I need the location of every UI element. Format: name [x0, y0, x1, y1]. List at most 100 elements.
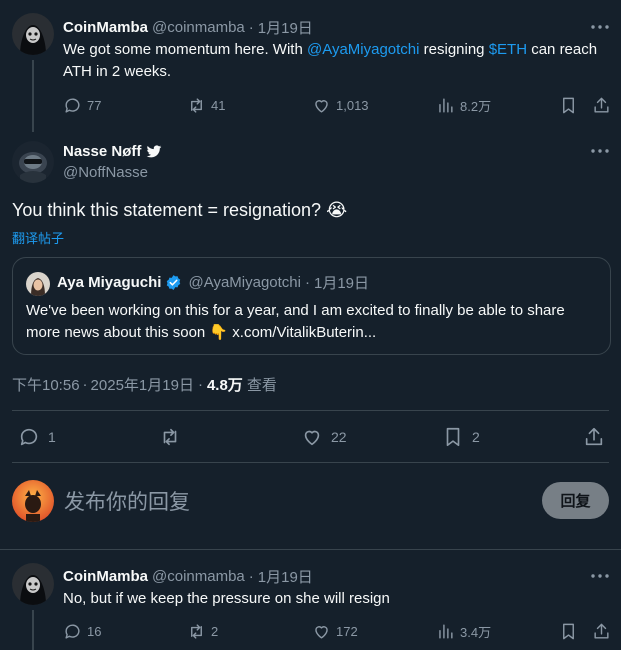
reply-icon	[65, 98, 80, 113]
reply-button[interactable]: 16	[63, 622, 101, 641]
bookmark-count: 2	[472, 429, 480, 445]
more-icon[interactable]	[588, 566, 612, 586]
reply-icon	[20, 428, 38, 446]
reply-button[interactable]: 1	[18, 426, 56, 448]
author-name[interactable]: CoinMamba	[63, 568, 148, 585]
main-tweet-text: You think this statement = resignation? …	[12, 197, 347, 223]
like-count: 1,013	[336, 98, 369, 113]
mention-link[interactable]: @AyaMiyagotchi	[307, 41, 420, 58]
crying-emoji: 😭	[326, 200, 348, 220]
bookmark-icon	[563, 623, 574, 640]
heart-icon	[315, 100, 328, 113]
separator: ·	[197, 376, 203, 393]
tweet-header: CoinMamba @coinmamba · 1月19日	[63, 17, 313, 38]
views-count: 4.8万	[206, 377, 243, 394]
views-button[interactable]: 3.4万	[436, 622, 491, 641]
quote-date: 1月19日	[313, 275, 370, 292]
reply-count: 77	[87, 98, 102, 113]
reply-input[interactable]: 发布你的回复	[64, 486, 190, 516]
separator: ·	[248, 19, 254, 36]
reply-button[interactable]: 77	[63, 96, 101, 115]
more-icon[interactable]	[588, 17, 612, 37]
author-info: Nasse Nøff	[63, 143, 162, 160]
translate-link[interactable]: 翻译帖子	[12, 228, 64, 247]
bookmark-icon	[446, 427, 460, 447]
separator: ·	[82, 376, 88, 393]
main-text: You think this statement = resignation?	[12, 200, 322, 220]
author-name[interactable]: Nasse Nøff	[63, 143, 141, 160]
twitter-bird-icon	[147, 144, 162, 157]
like-button[interactable]: 1,013	[312, 96, 369, 115]
share-icon	[594, 623, 609, 639]
avatar[interactable]	[12, 563, 54, 605]
views-button[interactable]: 8.2万	[436, 96, 491, 115]
bookmark-icon	[563, 97, 574, 114]
share-icon	[585, 427, 603, 446]
reply-icon	[65, 624, 80, 639]
bookmark-button[interactable]	[559, 622, 578, 641]
thread-line	[32, 610, 34, 650]
retweet-button[interactable]: 2	[187, 622, 218, 641]
like-count: 172	[336, 624, 358, 639]
avatar[interactable]	[12, 13, 54, 55]
share-button[interactable]	[592, 96, 611, 115]
views-count: 3.4万	[460, 625, 492, 640]
retweet-count: 41	[211, 98, 226, 113]
quote-author-name: Aya Miyaguchi	[57, 274, 162, 291]
share-icon	[594, 97, 609, 113]
tweet-text: No, but if we keep the pressure on she w…	[63, 590, 390, 607]
views-icon	[439, 624, 453, 639]
heart-icon	[315, 626, 328, 639]
tweet-header: CoinMamba @coinmamba · 1月19日	[63, 566, 313, 587]
share-button[interactable]	[592, 622, 611, 641]
more-icon[interactable]	[588, 141, 612, 161]
views-count: 8.2万	[460, 99, 492, 114]
tweet-date[interactable]: 2025年1月19日	[91, 374, 194, 395]
avatar[interactable]	[12, 141, 54, 183]
cashtag-link[interactable]: $ETH	[489, 41, 527, 58]
bookmark-button[interactable]	[559, 96, 578, 115]
author-handle-row: @NoffNasse	[63, 164, 148, 181]
tweet-date[interactable]: 1月19日	[258, 566, 313, 587]
heart-icon	[304, 430, 320, 446]
divider	[0, 549, 621, 550]
views-icon	[439, 98, 453, 113]
quote-header: Aya Miyaguchi @AyaMiyagotchi · 1月19日	[57, 272, 369, 293]
like-button[interactable]: 22	[301, 426, 347, 448]
separator: ·	[304, 274, 310, 291]
reply-count: 16	[87, 624, 102, 639]
bookmark-button[interactable]: 2	[442, 426, 480, 448]
author-handle[interactable]: @coinmamba	[152, 19, 245, 36]
like-count: 22	[331, 429, 347, 445]
tweet-meta: 下午10:56 · 2025年1月19日 · 4.8万 查看	[12, 374, 277, 395]
retweet-icon	[163, 428, 177, 446]
reply-submit-button[interactable]: 回复	[542, 482, 609, 519]
tweet-text: We got some momentum here. With @AyaMiya…	[63, 39, 603, 83]
verified-badge-icon	[167, 275, 181, 290]
reply-count: 1	[48, 429, 56, 445]
divider	[12, 410, 609, 411]
views-label: 查看	[246, 377, 277, 394]
retweet-button[interactable]	[159, 426, 181, 448]
avatar[interactable]	[12, 480, 54, 522]
tweet-text-part: We got some momentum here. With	[63, 41, 307, 58]
quote-author-handle: @AyaMiyagotchi	[188, 274, 301, 291]
retweet-icon	[191, 624, 202, 639]
retweet-button[interactable]: 41	[187, 96, 225, 115]
author-handle[interactable]: @NoffNasse	[63, 164, 148, 181]
divider	[12, 462, 609, 463]
retweet-count: 2	[211, 624, 219, 639]
share-button[interactable]	[583, 426, 605, 448]
quote-text: We've been working on this for a year, a…	[26, 302, 565, 341]
quote-tweet[interactable]: Aya Miyaguchi @AyaMiyagotchi · 1月19日 We'…	[12, 257, 611, 355]
thread-line	[32, 60, 34, 132]
retweet-icon	[191, 98, 202, 113]
tweet-time[interactable]: 下午10:56	[12, 374, 80, 395]
tweet-text-part: resigning	[419, 41, 489, 58]
like-button[interactable]: 172	[312, 622, 358, 641]
separator: ·	[248, 568, 254, 585]
avatar	[26, 272, 50, 296]
author-name[interactable]: CoinMamba	[63, 19, 148, 36]
author-handle[interactable]: @coinmamba	[152, 568, 245, 585]
tweet-date[interactable]: 1月19日	[258, 17, 313, 38]
